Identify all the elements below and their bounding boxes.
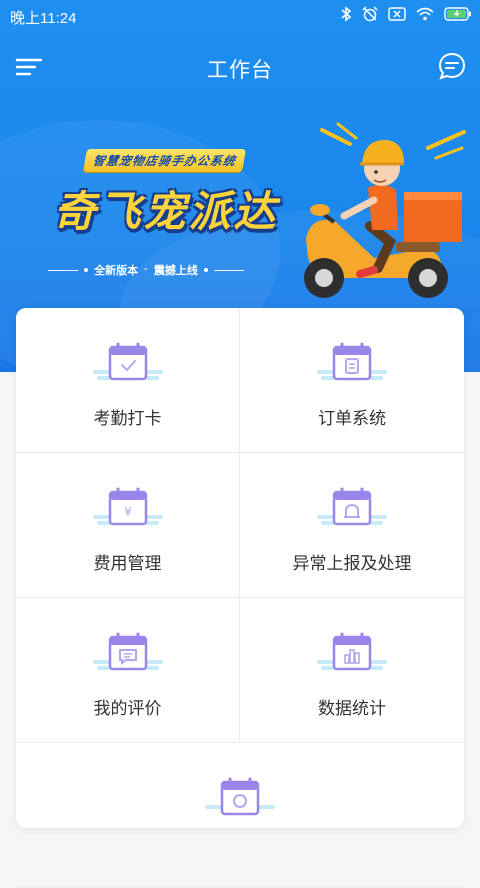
alarm-off-icon: [362, 6, 378, 22]
grid-item-label: 我的评价: [93, 699, 162, 718]
message-button[interactable]: [436, 50, 468, 82]
banner-subtitle: 智慧宠物店骑手办公系统: [32, 146, 298, 174]
grid-item-label: 订单系统: [318, 409, 386, 428]
calendar-chart-icon: [317, 632, 387, 671]
grid-item-statistics[interactable]: 数据统计: [240, 598, 464, 743]
grid-item-attendance[interactable]: 考勤打卡: [16, 308, 240, 453]
calendar-icon: [205, 777, 275, 816]
app-header: 工作台: [0, 40, 480, 94]
wifi-icon: [416, 7, 434, 21]
battery-charging-icon: [444, 7, 471, 21]
sim-off-icon: [388, 7, 406, 21]
grid-item-label: 费用管理: [93, 554, 162, 573]
grid-item-orders[interactable]: 订单系统: [240, 308, 464, 453]
calendar-check-icon: [93, 342, 163, 381]
bluetooth-icon: [341, 6, 352, 22]
page-title: 工作台: [207, 59, 273, 82]
calendar-list-icon: [317, 342, 387, 381]
message-icon: [438, 52, 466, 80]
grid-item-more[interactable]: [16, 743, 464, 888]
svg-text:¥: ¥: [124, 505, 132, 519]
grid-item-exception-report[interactable]: 异常上报及处理: [240, 453, 464, 598]
workbench-menu-card: 考勤打卡 订单系统 ¥ 费用管理 异常上报及处理 我的评价 数据统计: [16, 308, 464, 888]
banner-tagline: 全新版本 · 震撼上线: [48, 262, 245, 278]
grid-item-my-reviews[interactable]: 我的评价: [16, 598, 240, 743]
grid-item-label: 考勤打卡: [93, 409, 162, 428]
calendar-yen-icon: ¥: [93, 487, 163, 526]
calendar-comment-icon: [93, 632, 163, 671]
banner-title: 奇飞宠派达: [53, 188, 279, 235]
grid-item-expenses[interactable]: ¥ 费用管理: [16, 453, 240, 598]
grid-item-label: 数据统计: [318, 699, 386, 718]
calendar-alarm-icon: [317, 487, 387, 526]
status-time: 晚上11:24: [10, 10, 77, 27]
delivery-rider-illustration: [304, 122, 466, 298]
grid-item-label: 异常上报及处理: [292, 554, 412, 573]
tagline-left: 全新版本: [94, 265, 139, 277]
status-bar: 晚上11:24: [0, 0, 480, 32]
tagline-right: 震撼上线: [153, 265, 198, 277]
